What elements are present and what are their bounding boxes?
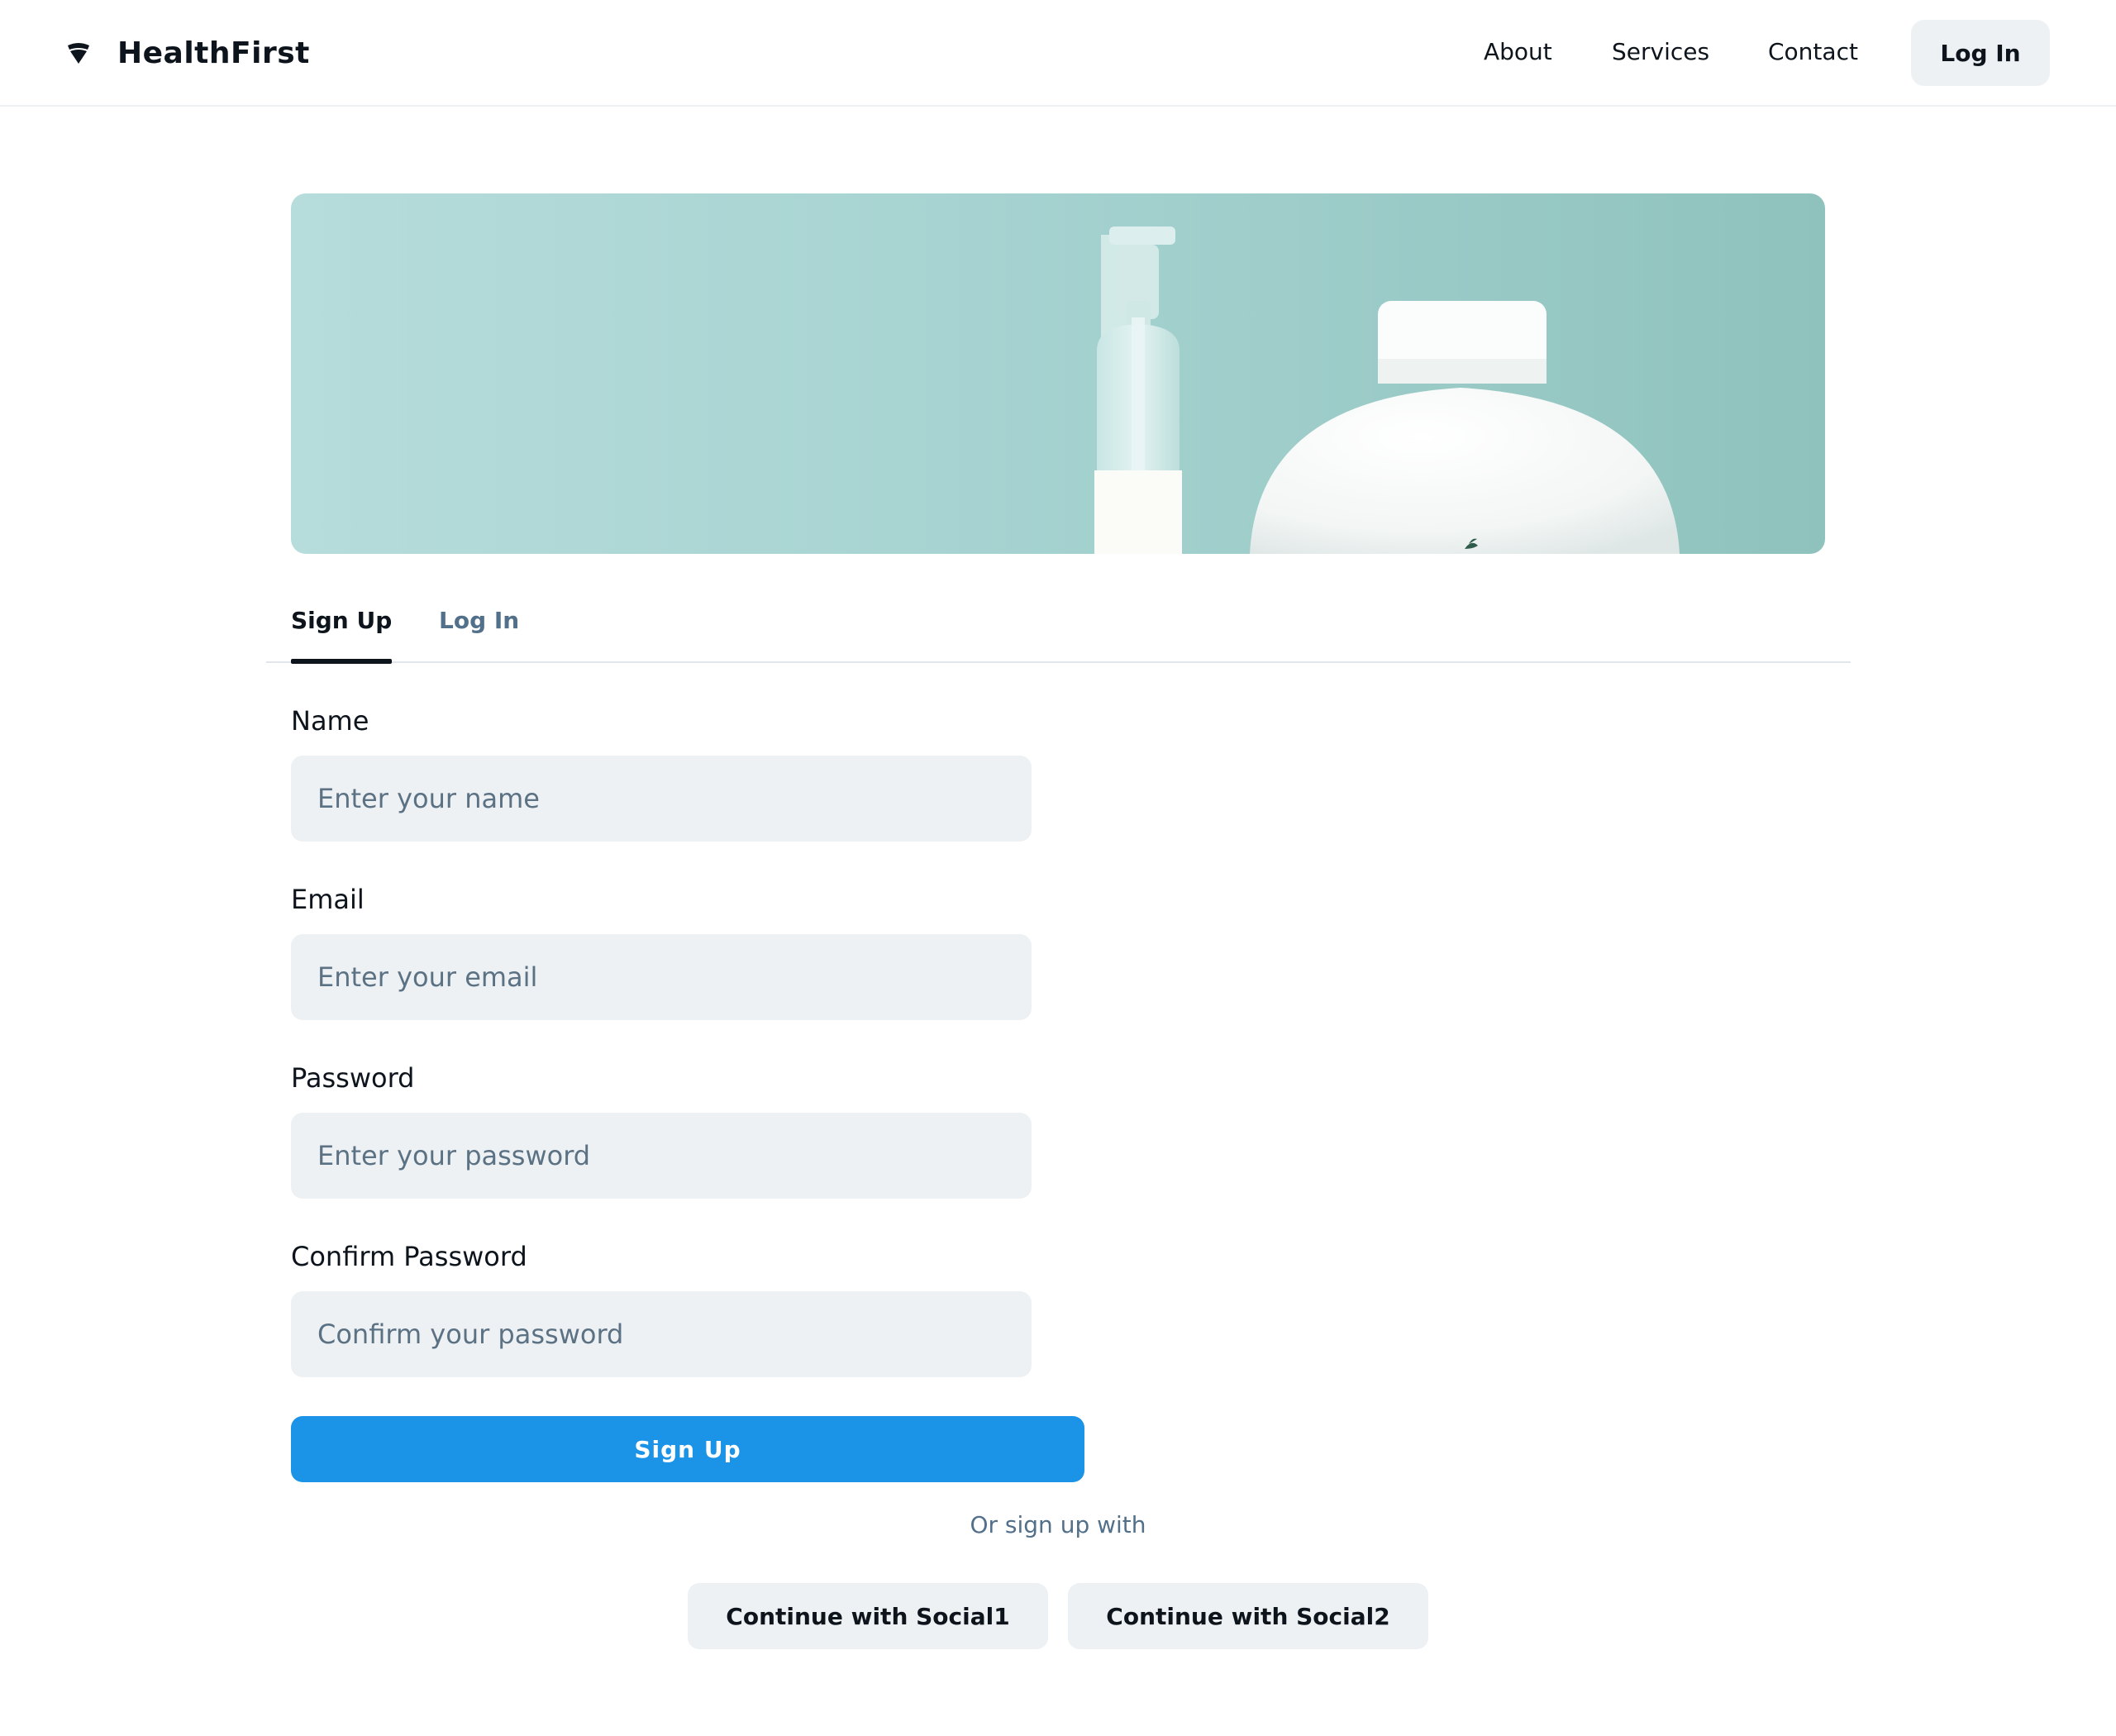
brand[interactable]: HealthFirst	[66, 0, 310, 106]
tab-sign-up[interactable]: Sign Up	[291, 579, 393, 664]
nav-link-contact[interactable]: Contact	[1768, 38, 1858, 65]
email-label: Email	[291, 884, 365, 915]
brand-name: HealthFirst	[117, 36, 310, 70]
auth-tabs: Sign Up Log In	[266, 579, 1851, 664]
name-input[interactable]	[291, 756, 1032, 842]
social2-button[interactable]: Continue with Social2	[1068, 1583, 1428, 1649]
active-tab-indicator	[291, 659, 393, 664]
tab-log-in-label: Log In	[439, 606, 520, 634]
tab-log-in[interactable]: Log In	[439, 579, 519, 661]
social-divider-text: Or sign up with	[970, 1511, 1146, 1538]
shield-logo-icon	[66, 40, 93, 66]
tab-sign-up-label: Sign Up	[291, 606, 393, 634]
confirm-password-label: Confirm Password	[291, 1241, 527, 1272]
sign-up-submit-button[interactable]: Sign Up	[291, 1416, 1084, 1482]
nav-link-services[interactable]: Services	[1612, 38, 1709, 65]
skincare-bottles-illustration	[1094, 227, 1680, 554]
header-login-button[interactable]: Log In	[1911, 20, 2050, 86]
password-label: Password	[291, 1062, 415, 1094]
top-navigation-bar: HealthFirst About Services Contact Log I…	[0, 0, 2116, 107]
social1-button[interactable]: Continue with Social1	[688, 1583, 1048, 1649]
hero-image	[291, 193, 1825, 554]
email-input[interactable]	[291, 934, 1032, 1020]
nav-link-about[interactable]: About	[1484, 38, 1552, 65]
confirm-password-input[interactable]	[291, 1291, 1032, 1377]
password-input[interactable]	[291, 1113, 1032, 1199]
name-label: Name	[291, 705, 369, 737]
